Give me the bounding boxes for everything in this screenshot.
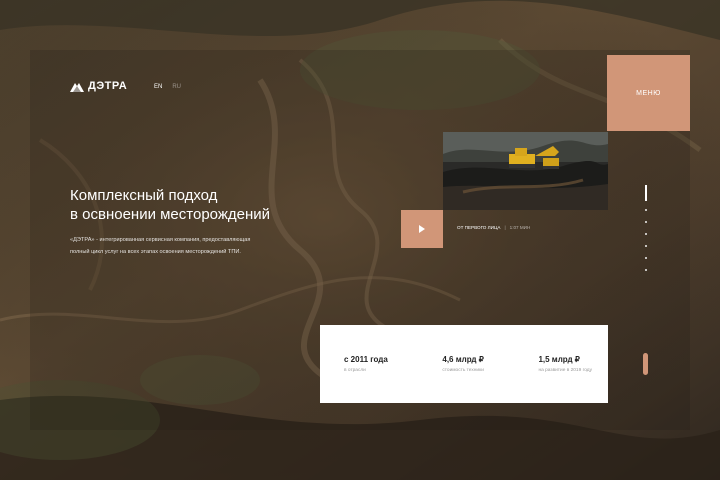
stat-item: с 2011 года в отрасли	[344, 355, 388, 373]
stat-value: с 2011 года	[344, 355, 388, 364]
scroll-indicator[interactable]	[643, 353, 648, 375]
play-icon	[419, 225, 425, 233]
slide-indicator-dot[interactable]	[645, 233, 647, 235]
language-switcher: EN RU	[154, 84, 181, 90]
slide-indicator-dot[interactable]	[645, 209, 647, 211]
menu-button-label: МЕНЮ	[636, 89, 661, 97]
video-caption: ОТ ПЕРВОГО ЛИЦА | 1:07 МИН	[457, 225, 530, 230]
slide-indicator-active	[645, 185, 647, 201]
stat-value: 4,6 млрд ₽	[442, 355, 484, 364]
play-video-button[interactable]	[401, 210, 443, 248]
page-title-line-2: в освноении месторождений	[70, 206, 271, 223]
lang-option-en[interactable]: EN	[154, 84, 162, 90]
slide-indicator-dot[interactable]	[645, 245, 647, 247]
stat-item: 4,6 млрд ₽ стоимость техники	[442, 355, 484, 373]
lang-option-ru[interactable]: RU	[172, 84, 181, 90]
slide-indicator-dot[interactable]	[645, 257, 647, 259]
video-caption-separator: |	[504, 225, 506, 230]
stat-value: 1,5 млрд ₽	[538, 355, 580, 364]
page-title-line-1: Комплексный подход	[70, 187, 218, 204]
brand-name: ДЭТРА	[88, 80, 128, 92]
hero-description: «ДЭТРА» - интегрированная сервисная комп…	[70, 237, 251, 255]
video-duration: 1:07 МИН	[509, 225, 531, 230]
stats-panel: с 2011 года в отрасли 4,6 млрд ₽ стоимос…	[320, 325, 608, 403]
stat-label: на развитие в 2019 году	[538, 368, 592, 373]
video-label: ОТ ПЕРВОГО ЛИЦА	[457, 225, 501, 230]
stat-label: в отрасли	[344, 368, 366, 373]
page-title: Комплексный подход в освноении месторожд…	[70, 186, 330, 224]
mining-excavator-photo	[443, 132, 608, 210]
brand-logo[interactable]: ДЭТРА	[70, 80, 127, 92]
mountain-logo-icon	[70, 82, 84, 92]
slide-indicator-dot[interactable]	[645, 269, 647, 271]
slide-indicator[interactable]	[644, 185, 648, 275]
stat-label: стоимость техники	[442, 368, 484, 373]
slide-indicator-dot[interactable]	[645, 221, 647, 223]
stat-item: 1,5 млрд ₽ на развитие в 2019 году	[538, 355, 592, 373]
menu-button[interactable]: МЕНЮ	[607, 55, 690, 131]
